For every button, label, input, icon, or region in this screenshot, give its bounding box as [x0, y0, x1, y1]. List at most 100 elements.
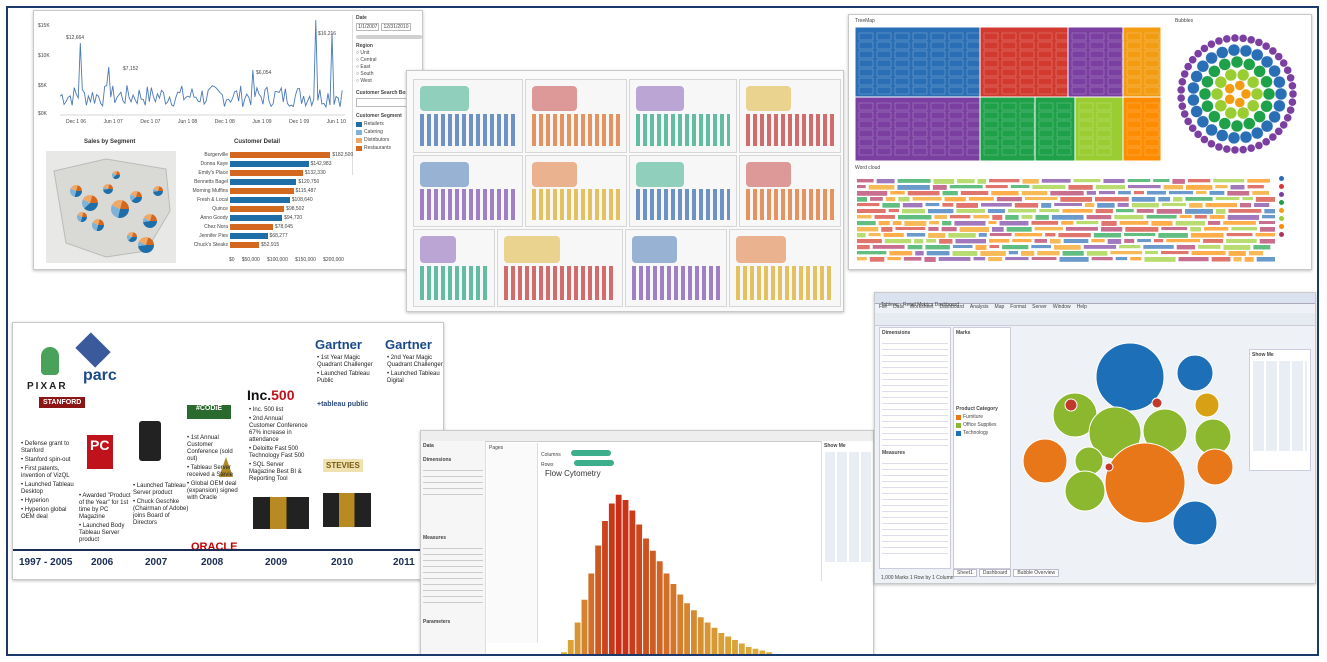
dashboard-thumbnail[interactable] — [625, 229, 727, 307]
treemap-block — [1074, 96, 1124, 161]
customer-bar — [230, 206, 285, 212]
histogram-bar — [615, 494, 622, 654]
word-mark — [1118, 191, 1131, 195]
word-mark — [1215, 209, 1226, 214]
date-from[interactable]: 1/1/2007 — [356, 23, 380, 31]
dashboard-thumbnail[interactable] — [413, 79, 523, 153]
menu-item[interactable]: Dashboard — [939, 304, 963, 313]
menu-item[interactable]: Data — [893, 304, 904, 313]
word-mark — [925, 245, 950, 250]
menu-item[interactable]: Format — [1010, 304, 1026, 313]
chart-title: Flow Cytometry — [545, 469, 601, 478]
cluster-bubble — [1178, 77, 1187, 87]
rows-shelf[interactable]: Rows — [541, 453, 821, 468]
sales-line — [60, 19, 343, 109]
menu-item[interactable]: Server — [1032, 304, 1047, 313]
show-me-chart-icons[interactable] — [825, 452, 871, 562]
x-tick: Dec 1 08 — [214, 119, 235, 125]
sheet-tab[interactable]: Bubble Overview — [1013, 569, 1060, 577]
sheet-tab[interactable]: Sheet1 — [953, 569, 977, 577]
cluster-bubble — [1230, 33, 1240, 43]
data-tab[interactable]: Data — [423, 443, 483, 449]
customer-detail-chart: Burgerville $182,500 Donna Kaye $142,983 Emi… — [184, 151, 353, 251]
word-mark — [929, 221, 940, 225]
dashboard-thumbnail[interactable] — [729, 229, 841, 307]
menu-item[interactable]: Help — [1077, 304, 1087, 313]
parameters-header: Parameters — [423, 619, 451, 625]
dashboard-thumbnail[interactable] — [497, 229, 623, 307]
word-mark — [1190, 227, 1201, 232]
customer-name: Chuck's Steaks — [193, 242, 228, 248]
x-tick: Jun 1 10 — [326, 119, 346, 125]
dashboard-thumbnail[interactable] — [413, 155, 523, 227]
cluster-bubble — [1286, 73, 1295, 83]
segment-pie — [143, 214, 157, 228]
word-mark — [869, 257, 885, 262]
menu-item[interactable]: File — [879, 304, 887, 313]
year-label: 2008 — [201, 557, 224, 568]
word-mark — [944, 197, 966, 202]
show-me-chart-icons[interactable] — [1253, 361, 1307, 451]
word-mark — [898, 197, 910, 202]
cluster-bubble — [1208, 110, 1221, 123]
show-me-label[interactable]: Show Me — [824, 443, 872, 449]
customer-value: $182,500 — [332, 152, 354, 158]
dashboard-thumbnail[interactable] — [525, 155, 627, 227]
rows-pill[interactable] — [573, 460, 614, 466]
treemap-block — [855, 96, 981, 161]
date-to[interactable]: 12/31/2010 — [381, 23, 411, 31]
word-mark — [1062, 251, 1084, 256]
region-option[interactable]: ○ Central — [356, 57, 422, 63]
customer-name: Emily's Place — [198, 170, 228, 176]
dashboard-thumbnail[interactable] — [629, 79, 737, 153]
word-mark — [956, 203, 978, 208]
cluster-bubble — [1218, 117, 1231, 130]
word-mark — [1146, 191, 1166, 195]
histogram-bar — [663, 573, 670, 654]
word-mark — [1136, 209, 1154, 213]
columns-shelf[interactable]: Columns — [541, 443, 821, 458]
menu-item[interactable]: Map — [995, 304, 1005, 313]
sheet-tab[interactable]: Dashboard — [978, 569, 1012, 577]
customer-value: $132,330 — [304, 170, 326, 176]
customer-row: Chuck's Steaks $52,915 — [184, 241, 344, 249]
cluster-bubble — [1214, 142, 1224, 152]
histogram-bar — [697, 617, 704, 654]
dashboard-thumbnail[interactable] — [739, 155, 841, 227]
word-mark — [1185, 185, 1213, 190]
timeline-col-2007: • Launched Tableau Server product • Chuck… — [133, 483, 189, 529]
timeline-entry: • First patents, invention of VizQL — [21, 466, 70, 479]
thumbnail-map — [636, 162, 684, 187]
word-cloud-title: Word cloud — [855, 165, 881, 171]
segment-swatch — [356, 129, 362, 135]
dashboard-thumbnail[interactable] — [739, 79, 841, 153]
word-mark — [1107, 239, 1122, 244]
word-cloud-svg — [857, 179, 1275, 262]
menu-item[interactable]: Window — [1053, 304, 1071, 313]
word-mark — [1031, 221, 1059, 225]
menu-item[interactable]: Worksheet — [910, 304, 934, 313]
pages-label: Pages — [489, 445, 504, 451]
dashboard-thumbnail[interactable] — [413, 229, 495, 307]
dashboard-thumbnail[interactable] — [629, 155, 737, 227]
year-label: 2009 — [265, 557, 288, 568]
word-mark — [927, 209, 954, 214]
region-option[interactable]: ○ Unit — [356, 50, 422, 56]
thumbnail-map — [746, 162, 791, 187]
customer-row: Anno Goody $94,720 — [184, 214, 344, 222]
word-mark — [876, 179, 895, 184]
date-slider[interactable] — [356, 35, 422, 39]
dashboard-thumbnail[interactable] — [525, 79, 627, 153]
word-mark — [903, 257, 922, 261]
show-me-label[interactable]: Show Me — [1252, 352, 1308, 358]
cluster-bubble — [1193, 49, 1203, 58]
menu-item[interactable]: Analysis — [970, 304, 989, 313]
customer-bar — [230, 161, 309, 167]
cluster-bubble — [1246, 35, 1256, 45]
word-mark — [925, 203, 940, 207]
word-mark — [857, 239, 882, 244]
word-mark — [992, 215, 1003, 220]
cluster-bubble — [1250, 87, 1264, 101]
word-mark — [1252, 191, 1270, 195]
word-mark — [1176, 245, 1196, 250]
